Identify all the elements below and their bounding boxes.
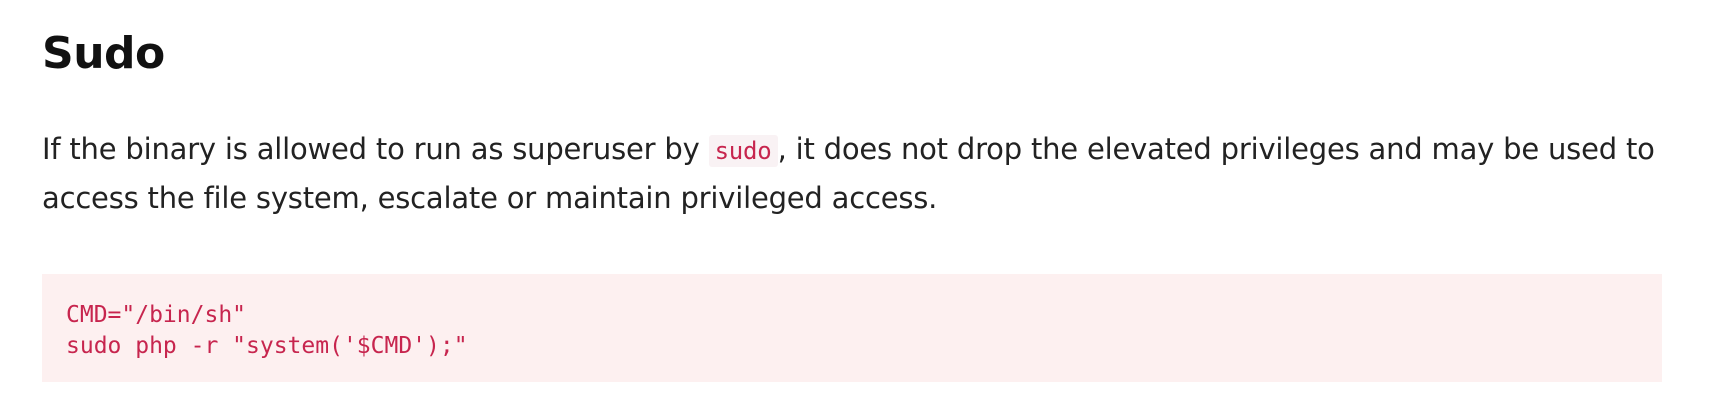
- section-title: Sudo: [42, 28, 165, 79]
- section-description: If the binary is allowed to run as super…: [42, 126, 1662, 222]
- code-block[interactable]: CMD="/bin/sh" sudo php -r "system('$CMD')…: [42, 274, 1662, 382]
- description-text-before: If the binary is allowed to run as super…: [42, 132, 709, 166]
- inline-code-sudo: sudo: [708, 135, 778, 167]
- code-line[interactable]: sudo php -r "system('$CMD');": [66, 331, 1638, 362]
- code-line[interactable]: CMD="/bin/sh": [66, 300, 1638, 331]
